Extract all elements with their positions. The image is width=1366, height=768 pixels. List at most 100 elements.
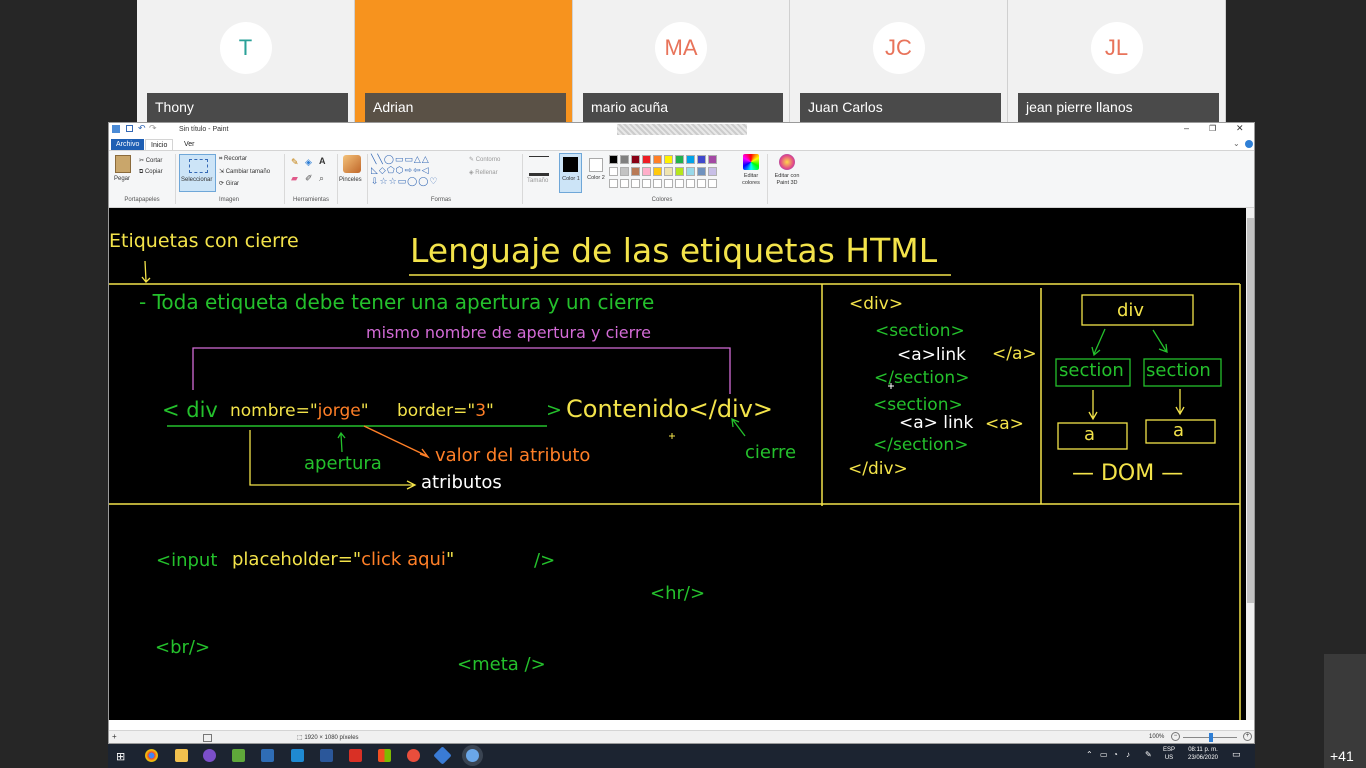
clock[interactable]: 08:11 p. m. 23/06/2020	[1183, 746, 1223, 762]
color-swatch[interactable]	[642, 167, 651, 176]
edit-colors-button[interactable]: Editar colores	[737, 173, 765, 187]
color-swatch[interactable]	[675, 167, 684, 176]
empty-color-swatch[interactable]	[697, 179, 706, 188]
chevron-up-icon[interactable]: ⌃	[1086, 750, 1093, 759]
crop-button[interactable]: ⌗ Recortar	[219, 156, 247, 163]
file-explorer-icon[interactable]	[175, 749, 188, 762]
app-icon[interactable]	[378, 749, 391, 762]
empty-color-swatch[interactable]	[653, 179, 662, 188]
color-swatch[interactable]	[620, 167, 629, 176]
windows-start-icon[interactable]: ⊞	[116, 750, 125, 763]
participant-tile-mario[interactable]: MA mario acuña	[573, 0, 790, 122]
outline-button[interactable]: ✎ Contorno	[469, 156, 500, 163]
app-icon[interactable]	[407, 749, 420, 762]
color-swatch[interactable]	[664, 155, 673, 164]
color-swatch[interactable]	[631, 167, 640, 176]
keyboard-language[interactable]: ESP US	[1160, 746, 1178, 762]
color-swatch[interactable]	[675, 155, 684, 164]
save-icon[interactable]	[126, 125, 133, 132]
rotate-button[interactable]: ⟳ Girar	[219, 180, 239, 187]
fill-button[interactable]: ◈ Rellenar	[469, 169, 498, 176]
vscode-icon[interactable]	[291, 749, 304, 762]
size-icon[interactable]	[529, 156, 549, 176]
volume-icon[interactable]: ♪	[1126, 750, 1130, 759]
brush-icon[interactable]	[343, 155, 361, 173]
color-swatch[interactable]	[620, 155, 629, 164]
color-swatch[interactable]	[686, 167, 695, 176]
empty-color-swatch[interactable]	[708, 179, 717, 188]
shapes-gallery[interactable]: ╲╲◯▭▭△△ ◺◇⬠⬡⇨⇦◁ ⇩☆☆▭◯◯♡	[371, 154, 461, 188]
help-icon[interactable]	[1245, 140, 1253, 148]
color-swatch[interactable]	[664, 167, 673, 176]
color-swatch[interactable]	[697, 167, 706, 176]
undo-icon[interactable]: ↶	[138, 123, 146, 134]
empty-color-swatch[interactable]	[642, 179, 651, 188]
empty-color-swatch[interactable]	[620, 179, 629, 188]
tab-ver[interactable]: Ver	[179, 139, 200, 150]
zoom-out-button[interactable]: −	[1171, 732, 1180, 741]
color-swatch[interactable]	[708, 155, 717, 164]
participant-tile-juan-carlos[interactable]: JC Juan Carlos	[790, 0, 1008, 122]
notifications-icon[interactable]: ▭	[1232, 749, 1241, 760]
text-icon[interactable]: A	[319, 156, 326, 166]
zoom-in-button[interactable]: +	[1243, 732, 1252, 741]
empty-color-swatch[interactable]	[664, 179, 673, 188]
color-swatch[interactable]	[609, 167, 618, 176]
acrobat-icon[interactable]	[349, 749, 362, 762]
empty-color-swatch[interactable]	[631, 179, 640, 188]
drawing-canvas[interactable]: Etiquetas con cierre Lenguaje de las eti…	[109, 208, 1246, 720]
zoom-slider-thumb[interactable]	[1209, 733, 1213, 742]
color-picker-icon[interactable]: ✐	[305, 173, 313, 184]
magnifier-icon[interactable]: ⌕	[319, 173, 324, 184]
minimize-button[interactable]: –	[1184, 123, 1189, 133]
color-swatch[interactable]	[609, 155, 618, 164]
fill-icon[interactable]: ◈	[305, 157, 312, 168]
paint3d-button[interactable]: Editar con Paint 3D	[770, 173, 804, 187]
participant-tile-thony[interactable]: T Thony	[137, 0, 355, 122]
pencil-icon[interactable]: ✎	[291, 157, 299, 168]
empty-color-swatch[interactable]	[675, 179, 684, 188]
color-swatch[interactable]	[631, 155, 640, 164]
empty-color-swatch[interactable]	[609, 179, 618, 188]
cut-button[interactable]: ✂ Cortar	[139, 157, 162, 164]
resize-button[interactable]: ⇲ Cambiar tamaño	[219, 168, 270, 175]
copy-button[interactable]: ⧉ Copiar	[139, 169, 163, 176]
app-icon[interactable]	[232, 749, 245, 762]
paste-button[interactable]: Pegar	[114, 176, 130, 182]
close-button[interactable]: ✕	[1236, 123, 1244, 134]
color-swatch[interactable]	[686, 155, 695, 164]
chevron-down-icon[interactable]: ⌄	[1233, 139, 1240, 148]
select-button[interactable]: Seleccionar	[179, 154, 216, 192]
color2-button[interactable]: Color 2	[586, 153, 606, 193]
app-icon[interactable]	[433, 746, 452, 765]
more-participants[interactable]: +41	[1324, 654, 1366, 768]
participant-tile-jean-pierre[interactable]: JL jean pierre llanos	[1008, 0, 1226, 122]
eraser-icon[interactable]: ▰	[291, 173, 298, 184]
empty-color-swatch[interactable]	[686, 179, 695, 188]
maximize-button[interactable]: ❐	[1209, 124, 1216, 133]
chrome-icon[interactable]	[145, 749, 158, 762]
paint-app-icon	[112, 125, 120, 133]
word-icon[interactable]	[320, 749, 333, 762]
redo-icon[interactable]: ↷	[149, 123, 157, 134]
vertical-scrollbar[interactable]	[1246, 208, 1254, 720]
app-icon[interactable]	[261, 749, 274, 762]
scrollbar-thumb[interactable]	[1247, 218, 1254, 603]
brushes-button[interactable]: Pinceles	[339, 177, 362, 183]
color-swatch[interactable]	[653, 155, 662, 164]
paint-taskbar-icon[interactable]	[466, 749, 479, 762]
tab-archivo[interactable]: Archivo	[111, 139, 145, 150]
color1-button[interactable]: Color 1	[559, 153, 582, 193]
paste-icon[interactable]	[115, 155, 131, 173]
participant-tile-adrian[interactable]: Adrian	[355, 0, 573, 122]
pen-icon[interactable]: ✎	[1145, 750, 1152, 759]
color-swatch[interactable]	[708, 167, 717, 176]
size-button[interactable]: Tamaño	[527, 178, 548, 184]
paint3d-icon[interactable]	[779, 154, 795, 170]
edit-colors-icon[interactable]	[743, 154, 759, 170]
color-swatch[interactable]	[642, 155, 651, 164]
network-icon[interactable]: ◔	[1113, 750, 1118, 759]
app-icon[interactable]	[203, 749, 216, 762]
color-swatch[interactable]	[653, 167, 662, 176]
color-swatch[interactable]	[697, 155, 706, 164]
